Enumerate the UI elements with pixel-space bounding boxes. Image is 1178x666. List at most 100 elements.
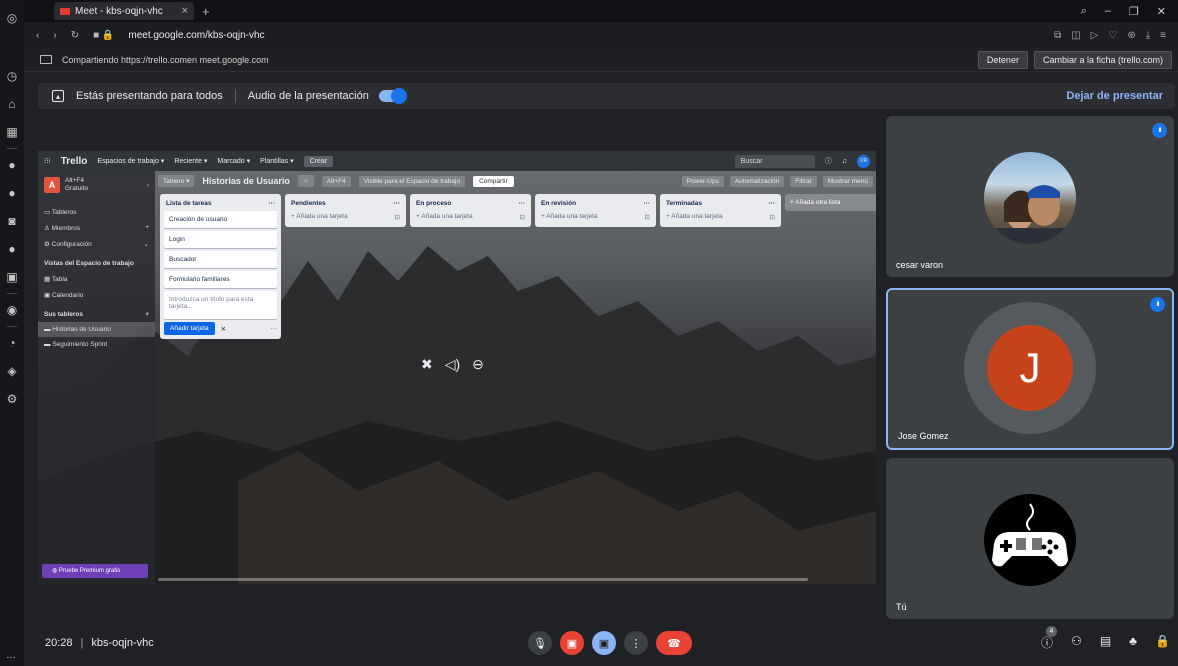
leave-call-button[interactable]: ☎ bbox=[656, 631, 692, 655]
messenger-icon[interactable]: ● bbox=[4, 185, 20, 201]
workspaces-icon[interactable]: ▦ bbox=[4, 124, 20, 140]
history-icon[interactable]: ◔ bbox=[4, 335, 20, 351]
send-icon[interactable]: ▷ bbox=[1091, 30, 1099, 41]
snapshot-icon[interactable]: ◫ bbox=[1071, 30, 1080, 41]
menu-workspaces[interactable]: Espacios de trabajo ▾ bbox=[97, 157, 164, 165]
close-icon[interactable]: ✕ bbox=[221, 325, 226, 333]
show-menu-button[interactable]: Mostrar menú bbox=[822, 175, 873, 187]
participant-tile-cesar[interactable]: ılı cesar varon bbox=[886, 116, 1174, 277]
list-item[interactable]: Creación de usuario bbox=[164, 211, 277, 228]
camera-lock-icon[interactable]: ■ 🔒 bbox=[93, 30, 114, 41]
sidebar-item-members[interactable]: ♙ Miembros + bbox=[44, 220, 149, 236]
chat-icon[interactable]: ▣ bbox=[4, 269, 20, 285]
forward-icon[interactable]: › bbox=[53, 30, 56, 41]
host-controls-icon[interactable]: 🔒 bbox=[1155, 634, 1170, 651]
workspace-chip[interactable]: Alt+F4 bbox=[321, 175, 351, 187]
avatar[interactable]: OR bbox=[857, 154, 870, 168]
download-icon[interactable]: ⤓ bbox=[1146, 30, 1150, 41]
template-icon[interactable]: ⊡ bbox=[520, 213, 525, 221]
participant-tile-jose[interactable]: ılı J Jose Gomez bbox=[886, 288, 1174, 450]
sidebar-board-user-stories[interactable]: ▬ Historias de Usuario bbox=[38, 321, 155, 337]
close-window-icon[interactable]: ✕ bbox=[1157, 5, 1166, 18]
trello-search[interactable]: Buscar bbox=[734, 154, 815, 168]
list-item[interactable]: Formulario familiares bbox=[164, 271, 277, 288]
horizontal-scrollbar[interactable] bbox=[158, 578, 808, 581]
extensions-icon[interactable]: ◈ bbox=[4, 363, 20, 379]
vpn-icon[interactable]: ⊛ bbox=[1127, 30, 1135, 41]
back-icon[interactable]: ‹ bbox=[36, 30, 39, 41]
speed-dial-icon[interactable]: ◷ bbox=[4, 68, 20, 84]
add-card-link[interactable]: + Añada una tarjeta bbox=[291, 213, 348, 221]
participant-tile-you[interactable]: Tú bbox=[886, 458, 1174, 619]
instagram-icon[interactable]: ◙ bbox=[4, 213, 20, 229]
add-card-button[interactable]: Añadir tarjeta bbox=[164, 322, 215, 335]
premium-trial-button[interactable]: ◍ Pruebe Premium gratis bbox=[42, 564, 148, 578]
filter-button[interactable]: Filtrar bbox=[790, 175, 817, 187]
add-card-link[interactable]: + Añada una tarjeta bbox=[666, 213, 723, 221]
list-menu-icon[interactable]: ··· bbox=[394, 200, 401, 207]
close-tab-icon[interactable]: × bbox=[182, 5, 188, 17]
add-card-link[interactable]: + Añada una tarjeta bbox=[541, 213, 598, 221]
trello-logo[interactable]: Trello bbox=[61, 156, 88, 167]
info-icon[interactable]: ⓘ bbox=[825, 156, 832, 166]
microphone-button[interactable]: 🎙 bbox=[528, 631, 552, 655]
minimize-icon[interactable]: – bbox=[1105, 5, 1111, 18]
card-title-input[interactable]: Introduzca un título para esta tarjeta..… bbox=[164, 291, 277, 319]
template-icon[interactable]: ⊡ bbox=[395, 213, 400, 221]
whatsapp-icon[interactable]: ● bbox=[4, 157, 20, 173]
menu-starred[interactable]: Marcado ▾ bbox=[217, 157, 250, 165]
new-tab-button[interactable]: + bbox=[202, 4, 210, 19]
bell-icon[interactable]: ♫ bbox=[842, 158, 847, 165]
reload-icon[interactable]: ↻ bbox=[71, 30, 79, 41]
visibility-button[interactable]: Visible para el Espacio de trabajo bbox=[358, 175, 466, 187]
stop-sharing-button[interactable]: Detener bbox=[977, 50, 1028, 69]
add-card-link[interactable]: + Añada una tarjeta bbox=[416, 213, 473, 221]
chat-icon[interactable]: ▤ bbox=[1100, 634, 1111, 651]
sidebar-item-boards[interactable]: ▭ Tableros bbox=[44, 204, 149, 220]
telegram-icon[interactable]: ● bbox=[4, 241, 20, 257]
search-tabs-icon[interactable]: ⌕ bbox=[1081, 5, 1087, 18]
automation-button[interactable]: Automatización bbox=[729, 175, 785, 187]
player-icon[interactable]: ◉ bbox=[4, 302, 20, 318]
url-field[interactable]: meet.google.com/kbs-oqjn-vhc bbox=[128, 30, 264, 41]
settings-icon[interactable]: ⚙ bbox=[4, 391, 20, 407]
present-button[interactable]: ▣ bbox=[592, 631, 616, 655]
board-view-select[interactable]: Tablero ▾ bbox=[158, 175, 195, 187]
presentation-audio-toggle[interactable] bbox=[378, 88, 407, 104]
sidebar-board-sprint[interactable]: ▬ Seguimiento Sprint bbox=[44, 337, 149, 352]
more-options-button[interactable]: ⋮ bbox=[624, 631, 648, 655]
heart-icon[interactable]: ♡ bbox=[1108, 30, 1117, 41]
sidebar-item-calendar[interactable]: ▣ Calendario bbox=[44, 287, 149, 303]
list-item[interactable]: Buscador bbox=[164, 251, 277, 268]
easy-setup-icon[interactable]: ≡ bbox=[1160, 30, 1166, 41]
bag-icon[interactable]: ⌂ bbox=[4, 96, 20, 112]
apps-icon[interactable]: ⁝⁝⁝ bbox=[44, 157, 51, 165]
add-list-button[interactable]: + Añada otra lista bbox=[785, 194, 876, 211]
template-icon[interactable]: ⊡ bbox=[770, 213, 775, 221]
pin-icon[interactable]: ✖ bbox=[421, 356, 433, 373]
list-menu-icon[interactable]: ··· bbox=[269, 200, 276, 207]
remove-icon[interactable]: ⊖ bbox=[472, 356, 484, 373]
pip-icon[interactable]: ⧉ bbox=[1054, 30, 1061, 41]
list-menu-icon[interactable]: ··· bbox=[769, 200, 776, 207]
stop-presenting-button[interactable]: Dejar de presentar bbox=[1066, 90, 1175, 102]
camera-off-button[interactable]: ▣ bbox=[560, 631, 584, 655]
volume-icon[interactable]: ◁) bbox=[445, 356, 460, 373]
tab-meet[interactable]: Meet - kbs-oqjn-vhc × bbox=[54, 2, 194, 20]
list-menu-icon[interactable]: ··· bbox=[644, 200, 651, 207]
opera-logo-icon[interactable]: ◎ bbox=[4, 10, 20, 26]
create-button[interactable]: Crear bbox=[303, 155, 334, 167]
powerups-button[interactable]: Power-Ups bbox=[681, 175, 724, 187]
board-title[interactable]: Historias de Usuario bbox=[202, 176, 290, 186]
activities-icon[interactable]: ♣ bbox=[1129, 634, 1137, 651]
list-item[interactable]: Login bbox=[164, 231, 277, 248]
sidebar-more-icon[interactable]: … bbox=[6, 650, 16, 661]
more-icon[interactable]: ··· bbox=[271, 325, 278, 332]
menu-recent[interactable]: Reciente ▾ bbox=[174, 157, 207, 165]
people-icon[interactable]: ⚇ bbox=[1071, 634, 1082, 651]
template-icon[interactable]: ⊡ bbox=[645, 213, 650, 221]
collapse-sidebar-icon[interactable]: ‹ bbox=[147, 182, 149, 189]
menu-templates[interactable]: Plantillas ▾ bbox=[260, 157, 293, 165]
sidebar-item-settings[interactable]: ⚙ Configuración ⌄ bbox=[44, 236, 149, 252]
maximize-icon[interactable]: ❐ bbox=[1129, 5, 1139, 18]
